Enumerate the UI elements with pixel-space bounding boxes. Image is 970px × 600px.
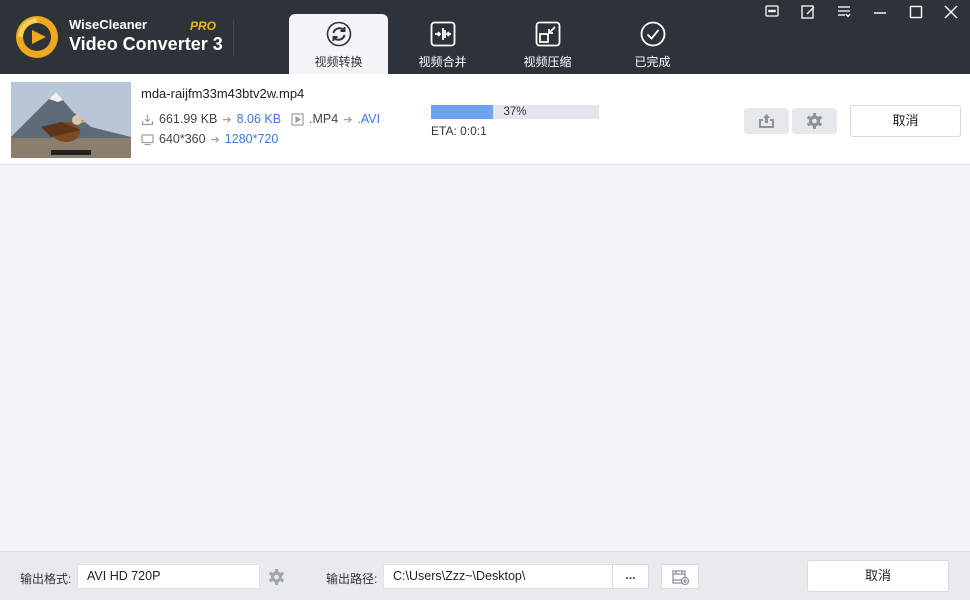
play-icon (291, 112, 304, 126)
brand-name: WiseCleaner (69, 17, 147, 32)
output-path-label: 输出路径: (326, 572, 378, 586)
minimize-icon[interactable] (869, 3, 891, 21)
tab-label: 视频转换 (314, 55, 363, 69)
brand-divider (233, 20, 234, 56)
output-format-field[interactable]: AVI HD 720P (77, 564, 260, 589)
upload-tray-icon (759, 114, 774, 128)
pro-badge: PRO (190, 19, 217, 33)
tab-video-convert[interactable]: 视频转换 (289, 14, 388, 74)
file-name: mda-raijfm33m43btv2w.mp4 (141, 86, 305, 101)
format-from: .MP4 (309, 112, 339, 126)
tab-label: 视频合并 (418, 55, 467, 69)
check-circle-icon (640, 21, 666, 47)
tab-label: 视频压缩 (523, 55, 572, 69)
bottom-bar: 输出格式: AVI HD 720P 输出路径: C:\Users\Zzz~\De… (0, 551, 970, 600)
product-name: Video Converter 3 (69, 34, 223, 54)
tab-completed[interactable]: 已完成 (603, 14, 702, 74)
size-from: 661.99 KB (159, 112, 218, 126)
cancel-file-button[interactable]: 取消 (850, 105, 961, 137)
arrow-right-icon: ➔ (222, 113, 232, 126)
arrow-right-icon: ➔ (210, 133, 220, 146)
file-row[interactable]: mda-raijfm33m43btv2w.mp4 661.99 KB ➔ 8.0… (0, 74, 970, 165)
edit-icon[interactable] (797, 3, 819, 21)
res-to: 1280*720 (224, 132, 279, 146)
eta-text: ETA: 0:0:1 (431, 124, 487, 138)
size-info: 661.99 KB ➔ 8.06 KB (141, 112, 281, 126)
tab-video-merge[interactable]: 视频合并 (393, 14, 492, 74)
format-info: .MP4 ➔ .AVI (291, 112, 380, 126)
output-format-label: 输出格式: (20, 572, 72, 586)
format-to: .AVI (357, 112, 381, 126)
tab-video-compress[interactable]: 视频压缩 (498, 14, 597, 74)
tab-label: 已完成 (634, 55, 671, 69)
menu-icon[interactable] (833, 3, 855, 21)
add-video-button[interactable] (661, 564, 699, 589)
res-from: 640*360 (159, 132, 206, 146)
refresh-icon (326, 21, 352, 47)
video-thumbnail (11, 82, 131, 158)
chat-icon[interactable] (761, 3, 783, 21)
progress-bar: 37% (431, 105, 599, 119)
gear-icon (806, 113, 823, 129)
format-settings-icon[interactable] (268, 569, 285, 585)
maximize-icon[interactable] (905, 3, 927, 21)
add-video-icon (672, 570, 689, 585)
title-bar: WiseCleaner Video Converter 3 PRO 视频转换 视… (0, 0, 970, 74)
app-logo-icon (16, 16, 58, 58)
monitor-icon (141, 133, 154, 145)
open-output-button[interactable] (744, 108, 789, 134)
browse-button[interactable]: ... (612, 564, 649, 589)
compress-icon (535, 21, 561, 47)
merge-icon (430, 21, 456, 47)
progress-percent: 37% (503, 106, 527, 118)
download-icon (141, 114, 154, 125)
settings-button[interactable] (792, 108, 837, 134)
cancel-all-button[interactable]: 取消 (807, 560, 949, 592)
output-path-field[interactable]: C:\Users\Zzz~\Desktop\ (383, 564, 613, 589)
close-icon[interactable] (940, 3, 962, 21)
size-to: 8.06 KB (236, 112, 282, 126)
arrow-right-icon: ➔ (343, 113, 353, 126)
resolution-info: 640*360 ➔ 1280*720 (141, 132, 278, 146)
